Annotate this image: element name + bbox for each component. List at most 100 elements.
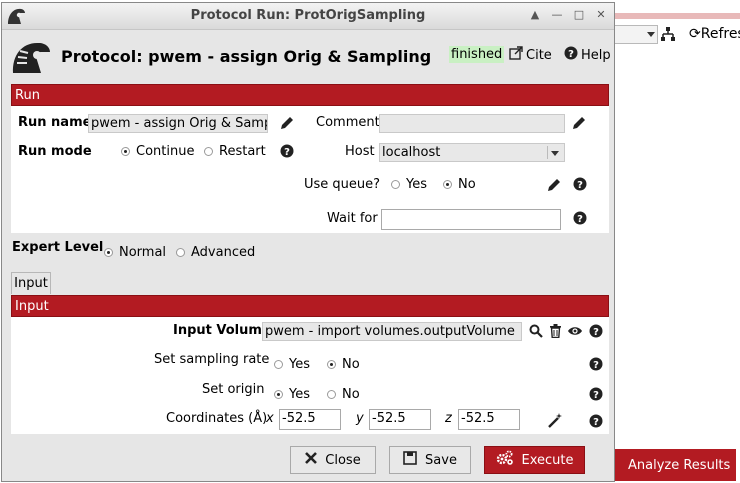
refresh-icon: ⟳ (689, 26, 701, 42)
sampling-yes-radio[interactable]: Yes (274, 357, 310, 372)
coord-x-input[interactable]: -52.5 (279, 409, 341, 430)
radio-selected-icon (327, 360, 336, 369)
chevron-down-icon (547, 146, 562, 159)
protocol-run-window: Protocol Run: ProtOrigSampling ▲ — □ ✕ P… (1, 2, 615, 482)
radio-label: Restart (219, 144, 266, 159)
maximize-icon[interactable]: □ (572, 8, 586, 22)
radio-label: Yes (289, 357, 310, 372)
svg-text:?: ? (568, 49, 574, 60)
title-bar[interactable]: Protocol Run: ProtOrigSampling ▲ — □ ✕ (2, 3, 614, 30)
run-name-input[interactable]: pwem - assign Orig & Samplin (88, 114, 268, 133)
question-circle-icon[interactable]: ? (280, 144, 294, 162)
run-section-header: Run (11, 84, 609, 106)
floppy-icon (403, 451, 417, 469)
protocol-logo-icon (10, 39, 52, 79)
radio-unselected-icon (176, 248, 185, 257)
comment-label: Comment (316, 115, 380, 130)
expert-level-label: Expert Level (12, 240, 104, 255)
host-select[interactable]: localhost (379, 143, 565, 162)
external-link-icon (509, 46, 523, 64)
cite-label: Cite (526, 47, 552, 63)
question-circle-icon: ? (564, 46, 578, 64)
svg-text:?: ? (593, 327, 599, 338)
input-section-header: Input (11, 295, 609, 317)
radio-selected-icon (443, 180, 452, 189)
execute-button[interactable]: Execute (484, 446, 585, 474)
svg-text:?: ? (593, 417, 599, 428)
minimize-icon[interactable]: — (550, 8, 564, 22)
question-circle-icon[interactable]: ? (573, 211, 587, 229)
close-label: Close (325, 452, 361, 468)
coord-z-label: z (445, 411, 452, 426)
coord-y-input[interactable]: -52.5 (369, 409, 431, 430)
background-combo[interactable] (612, 25, 658, 44)
input-volume-label: Input Volume (173, 323, 271, 338)
expert-normal-radio[interactable]: Normal (104, 245, 166, 260)
refresh-button[interactable]: ⟳Refres (689, 26, 740, 42)
coord-z-input[interactable]: -52.5 (458, 409, 520, 430)
radio-unselected-icon (274, 360, 283, 369)
host-value: localhost (382, 145, 441, 160)
pencil-icon[interactable] (571, 115, 587, 135)
gears-icon (496, 450, 514, 470)
input-volume-field[interactable]: pwem - import volumes.outputVolume (262, 322, 522, 341)
origin-yes-radio[interactable]: Yes (274, 387, 310, 402)
execute-label: Execute (521, 452, 574, 468)
analyze-results-label: Analyze Results (628, 457, 731, 473)
coord-x-label: x (266, 411, 274, 426)
pencil-icon[interactable] (279, 115, 295, 135)
origin-no-radio[interactable]: No (327, 387, 360, 402)
question-circle-icon[interactable]: ? (589, 387, 603, 405)
close-x-icon (305, 452, 318, 468)
question-circle-icon[interactable]: ? (589, 414, 603, 432)
question-circle-icon[interactable]: ? (573, 177, 587, 195)
sampling-no-radio[interactable]: No (327, 357, 360, 372)
run-mode-restart-radio[interactable]: Restart (204, 144, 266, 159)
svg-text:?: ? (593, 360, 599, 371)
trash-icon[interactable] (549, 324, 562, 342)
pencil-icon[interactable] (546, 177, 562, 197)
help-link[interactable]: ? Help (564, 46, 611, 64)
tab-input[interactable]: Input (11, 272, 51, 294)
host-label: Host (345, 144, 375, 159)
tree-icon[interactable] (660, 26, 676, 46)
radio-label: Yes (289, 387, 310, 402)
shade-up-icon[interactable]: ▲ (528, 8, 542, 22)
window-title: Protocol Run: ProtOrigSampling (190, 8, 426, 23)
use-queue-yes-radio[interactable]: Yes (391, 177, 427, 192)
run-name-label: Run name (18, 115, 92, 130)
eye-icon[interactable] (567, 325, 583, 341)
close-button[interactable]: Close (290, 446, 376, 474)
radio-label: Continue (136, 144, 195, 159)
wait-for-input[interactable] (381, 209, 561, 230)
close-icon[interactable]: ✕ (594, 8, 608, 22)
protocol-title: Protocol: pwem - assign Orig & Sampling (61, 47, 432, 66)
svg-text:?: ? (284, 147, 290, 158)
radio-unselected-icon (327, 390, 336, 399)
save-label: Save (425, 452, 457, 468)
question-circle-icon[interactable]: ? (589, 357, 603, 375)
save-button[interactable]: Save (389, 446, 471, 474)
radio-label: Advanced (191, 245, 256, 260)
run-mode-continue-radio[interactable]: Continue (121, 144, 194, 159)
radio-selected-icon (121, 147, 130, 156)
radio-selected-icon (104, 248, 113, 257)
use-queue-no-radio[interactable]: No (443, 177, 476, 192)
radio-label: No (458, 177, 476, 192)
radio-label: Normal (119, 245, 167, 260)
radio-unselected-icon (204, 147, 213, 156)
magic-wand-icon[interactable] (547, 412, 563, 432)
search-icon[interactable] (529, 324, 543, 342)
expert-advanced-radio[interactable]: Advanced (176, 245, 255, 260)
wait-for-label: Wait for (327, 211, 378, 226)
radio-label: No (342, 357, 360, 372)
chevron-down-icon (647, 32, 655, 37)
radio-unselected-icon (391, 180, 400, 189)
run-mode-label: Run mode (18, 144, 92, 159)
cite-link[interactable]: Cite (509, 46, 552, 64)
question-circle-icon[interactable]: ? (589, 324, 603, 342)
input-section-panel: Input Volume pwem - import volumes.outpu… (11, 317, 609, 434)
analyze-results-button[interactable]: Analyze Results (612, 449, 736, 481)
radio-label: Yes (406, 177, 427, 192)
comment-input[interactable] (379, 114, 565, 133)
